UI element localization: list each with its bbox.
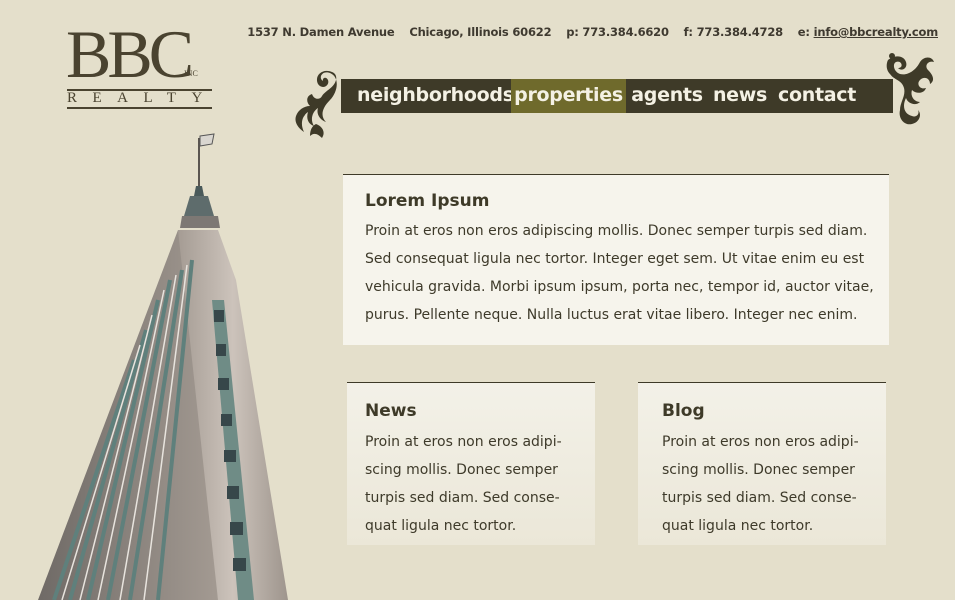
featured-title: Lorem Ipsum [365, 191, 490, 211]
blog-box: Blog Proin at eros non eros adipi-scing … [638, 382, 886, 545]
blog-body: Proin at eros non eros adipi-scing molli… [662, 434, 859, 534]
logo-inc: INC [184, 69, 198, 78]
logo-wordmark: BBC [66, 16, 194, 92]
blog-title: Blog [662, 401, 705, 421]
logo-rule [67, 107, 212, 109]
contact-email-label: e: info@bbcrealty.com [798, 25, 938, 39]
contact-address: 1537 N. Damen Avenue [247, 25, 395, 39]
right-flourish-icon [886, 53, 934, 125]
news-box: News Proin at eros non eros adipi-scing … [347, 382, 595, 545]
logo-subtitle: REALTY [67, 90, 218, 106]
featured-box: Lorem Ipsum Proin at eros non eros adipi… [343, 174, 889, 345]
news-body: Proin at eros non eros adipi-scing molli… [365, 434, 562, 534]
nav-item-properties[interactable]: properties [511, 79, 626, 113]
logo[interactable]: BBC INC REALTY [66, 20, 214, 112]
nav-item-news[interactable]: news [709, 79, 771, 113]
news-title: News [365, 401, 417, 421]
contact-fax: f: 773.384.4728 [683, 25, 784, 39]
nav-item-agents[interactable]: agents [629, 79, 705, 113]
contact-city: Chicago, Illinois 60622 [409, 25, 552, 39]
building-image [38, 133, 288, 600]
main-nav: neighborhoods properties agents news con… [341, 79, 893, 113]
contact-info: 1537 N. Damen Avenue Chicago, Illinois 6… [236, 25, 938, 39]
featured-body: Proin at eros non eros adipiscing mollis… [365, 223, 874, 323]
nav-item-neighborhoods[interactable]: neighborhoods [357, 79, 514, 113]
contact-phone: p: 773.384.6620 [566, 25, 669, 39]
contact-email-link[interactable]: info@bbcrealty.com [814, 25, 939, 39]
nav-item-contact[interactable]: contact [777, 79, 857, 113]
email-prefix: e: [797, 25, 810, 39]
